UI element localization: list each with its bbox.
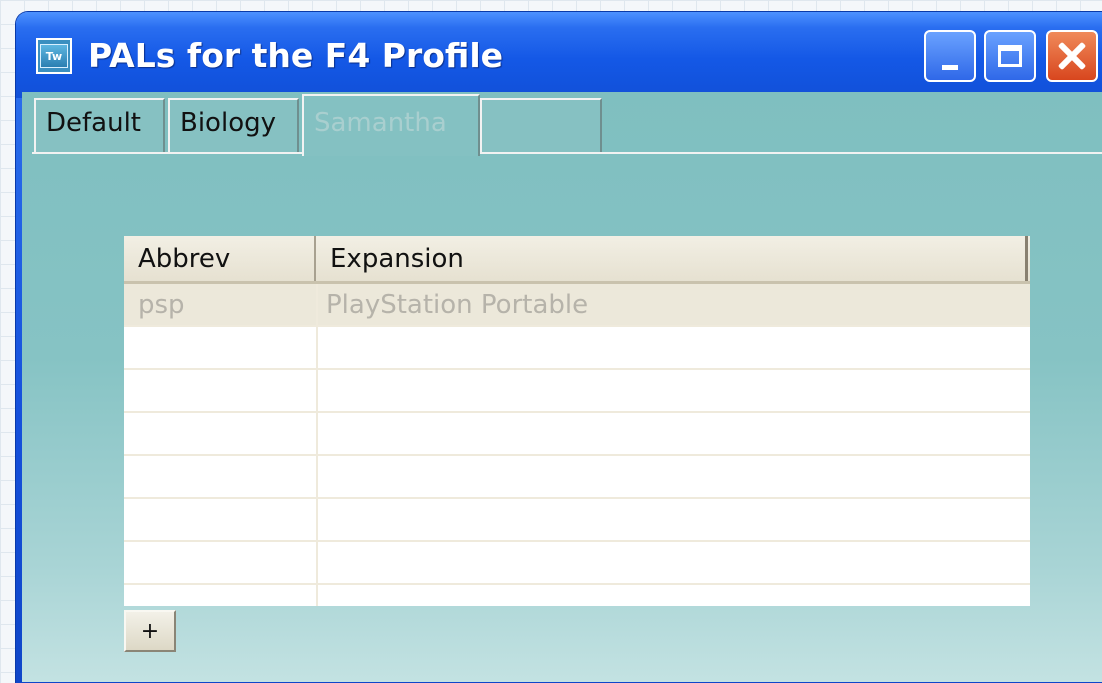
pal-table[interactable]: Abbrev Expansion psp PlayStation Portable bbox=[124, 236, 1030, 606]
cell-expansion[interactable] bbox=[318, 542, 1030, 583]
app-icon-label: Tw bbox=[40, 44, 68, 68]
table-row[interactable] bbox=[124, 413, 1030, 456]
cell-abbrev[interactable] bbox=[124, 585, 318, 606]
app-icon[interactable]: Tw bbox=[36, 38, 72, 74]
title-bar[interactable]: Tw PALs for the F4 Profile bbox=[16, 12, 1102, 98]
table-row[interactable] bbox=[124, 327, 1030, 370]
table-header: Abbrev Expansion bbox=[124, 236, 1030, 284]
tab-blank[interactable] bbox=[480, 98, 602, 152]
minimize-icon bbox=[942, 64, 958, 70]
maximize-button[interactable] bbox=[984, 30, 1036, 82]
cell-abbrev[interactable] bbox=[124, 456, 318, 497]
cell-expansion[interactable] bbox=[318, 413, 1030, 454]
client-area: Default Biology Samantha Abbrev Expansio… bbox=[22, 92, 1102, 682]
maximize-icon bbox=[998, 45, 1022, 67]
cell-expansion[interactable] bbox=[318, 327, 1030, 368]
close-button[interactable] bbox=[1046, 30, 1098, 82]
cell-expansion[interactable] bbox=[318, 499, 1030, 540]
cell-expansion[interactable]: PlayStation Portable bbox=[318, 284, 1030, 325]
table-row[interactable] bbox=[124, 499, 1030, 542]
cell-abbrev[interactable]: psp bbox=[124, 284, 318, 325]
table-row[interactable] bbox=[124, 456, 1030, 499]
tab-strip-divider bbox=[32, 152, 1102, 154]
tab-biology[interactable]: Biology bbox=[168, 98, 299, 152]
table-row[interactable] bbox=[124, 542, 1030, 585]
cell-expansion[interactable] bbox=[318, 370, 1030, 411]
cell-abbrev[interactable] bbox=[124, 542, 318, 583]
add-row-button[interactable]: + bbox=[124, 610, 176, 652]
window-title: PALs for the F4 Profile bbox=[88, 36, 504, 75]
cell-abbrev[interactable] bbox=[124, 370, 318, 411]
column-header-expansion[interactable]: Expansion bbox=[316, 236, 1028, 281]
table-row[interactable]: psp PlayStation Portable bbox=[124, 284, 1030, 327]
tab-default[interactable]: Default bbox=[34, 98, 165, 152]
table-row[interactable] bbox=[124, 370, 1030, 413]
app-window: Tw PALs for the F4 Profile Default Biolo… bbox=[16, 12, 1102, 683]
cell-expansion[interactable] bbox=[318, 585, 1030, 606]
cell-abbrev[interactable] bbox=[124, 327, 318, 368]
cell-abbrev[interactable] bbox=[124, 499, 318, 540]
close-icon bbox=[1057, 41, 1087, 71]
minimize-button[interactable] bbox=[924, 30, 976, 82]
cell-abbrev[interactable] bbox=[124, 413, 318, 454]
cell-expansion[interactable] bbox=[318, 456, 1030, 497]
table-row[interactable] bbox=[124, 585, 1030, 606]
column-header-abbrev[interactable]: Abbrev bbox=[124, 236, 316, 281]
tab-samantha[interactable]: Samantha bbox=[302, 94, 480, 156]
